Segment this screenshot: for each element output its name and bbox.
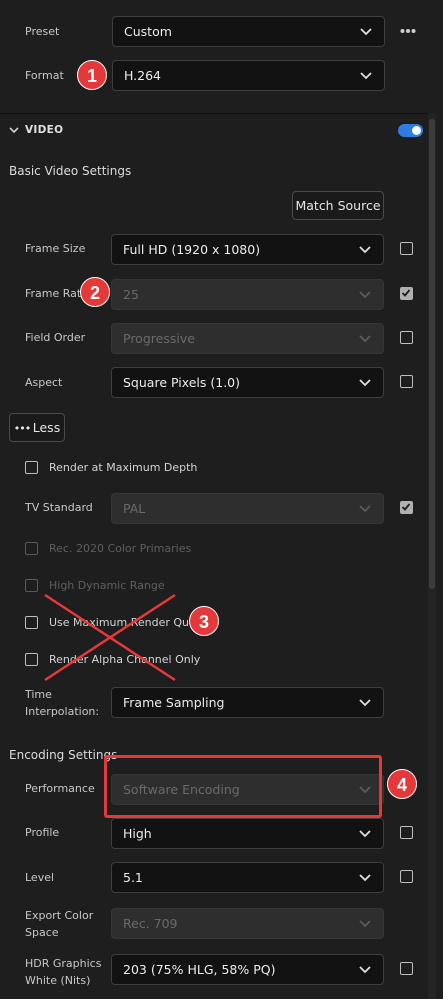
profile-checkbox[interactable] <box>400 826 413 839</box>
level-label: Level <box>25 871 55 884</box>
chevron-down-icon <box>359 335 371 343</box>
tv-standard-label: TV Standard <box>25 501 93 514</box>
ellipsis-icon: ••• <box>13 422 33 435</box>
frame-rate-value: 25 <box>123 287 139 302</box>
time-interp-value: Frame Sampling <box>123 695 225 710</box>
field-order-checkbox[interactable] <box>400 331 413 344</box>
annotation-highlight-box <box>104 755 382 818</box>
preset-label: Preset <box>25 25 60 38</box>
chevron-down-icon <box>359 830 371 838</box>
frame-size-checkbox[interactable] <box>400 242 413 255</box>
field-order-label: Field Order <box>25 331 86 344</box>
rec2020-label: Rec. 2020 Color Primaries <box>49 542 192 555</box>
export-color-dropdown[interactable]: Rec. 709 <box>111 908 384 939</box>
match-source-button[interactable]: Match Source <box>292 191 384 220</box>
frame-size-label: Frame Size <box>25 242 86 255</box>
level-checkbox[interactable] <box>400 870 413 883</box>
time-interp-label-line2: Interpolation: <box>25 705 100 718</box>
annotation-cross-icon <box>44 593 176 682</box>
annotation-badge-3: 3 <box>189 606 219 636</box>
toggle-knob <box>412 126 421 135</box>
video-toggle[interactable] <box>398 124 423 137</box>
chevron-down-icon <box>359 699 371 707</box>
chevron-down-icon <box>359 874 371 882</box>
chevron-down-icon <box>359 291 371 299</box>
tv-standard-value: PAL <box>123 501 146 516</box>
tv-standard-dropdown[interactable]: PAL <box>111 493 384 524</box>
check-icon <box>401 503 411 511</box>
chevron-down-icon <box>359 379 371 387</box>
frame-rate-label: Frame Rate <box>25 287 88 300</box>
frame-rate-dropdown[interactable]: 25 <box>111 279 384 310</box>
chevron-collapse-icon[interactable] <box>9 125 19 135</box>
basic-settings-title: Basic Video Settings <box>9 164 132 178</box>
chevron-down-icon <box>359 505 371 513</box>
frame-rate-checkbox[interactable] <box>400 287 413 300</box>
export-color-value: Rec. 709 <box>123 916 178 931</box>
scrollbar-thumb[interactable] <box>429 119 435 589</box>
video-section-title: VIDEO <box>25 124 64 136</box>
export-color-label-line1: Export Color <box>25 909 94 922</box>
aspect-dropdown[interactable]: Square Pixels (1.0) <box>111 367 384 398</box>
check-icon <box>401 289 411 297</box>
less-label: Less <box>32 420 61 435</box>
frame-size-value: Full HD (1920 x 1080) <box>123 242 261 257</box>
section-divider <box>0 113 428 114</box>
time-interp-label-line1: Time <box>25 688 52 701</box>
format-value: H.264 <box>124 68 162 83</box>
field-order-dropdown[interactable]: Progressive <box>111 323 384 354</box>
hdr-white-checkbox[interactable] <box>400 962 413 975</box>
render-max-depth-label: Render at Maximum Depth <box>49 461 198 474</box>
scrollbar-track[interactable] <box>428 113 436 999</box>
chevron-down-icon <box>359 966 371 974</box>
format-dropdown[interactable]: H.264 <box>112 60 385 91</box>
performance-label: Performance <box>25 782 95 795</box>
chevron-down-icon <box>359 920 371 928</box>
chevron-down-icon <box>360 28 372 36</box>
encoding-settings-title: Encoding Settings <box>9 748 118 762</box>
render-max-depth-checkbox[interactable] <box>25 461 38 474</box>
less-button[interactable]: ••• Less <box>9 413 65 442</box>
chevron-down-icon <box>359 246 371 254</box>
frame-size-dropdown[interactable]: Full HD (1920 x 1080) <box>111 234 384 265</box>
hdr-white-dropdown[interactable]: 203 (75% HLG, 58% PQ) <box>111 954 384 985</box>
level-value: 5.1 <box>123 870 143 885</box>
field-order-value: Progressive <box>123 331 195 346</box>
rec2020-checkbox[interactable] <box>25 542 38 555</box>
format-label: Format <box>25 69 64 82</box>
more-options-icon[interactable] <box>400 27 416 35</box>
annotation-badge-4: 4 <box>387 769 417 799</box>
aspect-value: Square Pixels (1.0) <box>123 375 241 390</box>
time-interp-dropdown[interactable]: Frame Sampling <box>111 687 384 718</box>
hdr-white-label-line1: HDR Graphics <box>25 957 102 970</box>
level-dropdown[interactable]: 5.1 <box>111 862 384 893</box>
annotation-badge-1: 1 <box>77 60 107 90</box>
chevron-down-icon <box>360 72 372 80</box>
profile-label: Profile <box>25 826 60 839</box>
preset-value: Custom <box>124 24 172 39</box>
hdr-white-label-line2: White (Nits) <box>25 974 91 987</box>
preset-dropdown[interactable]: Custom <box>112 16 385 47</box>
annotation-badge-2: 2 <box>80 277 110 307</box>
profile-value: High <box>123 826 152 841</box>
aspect-label: Aspect <box>25 376 63 389</box>
tv-standard-checkbox[interactable] <box>400 501 413 514</box>
aspect-checkbox[interactable] <box>400 375 413 388</box>
export-color-label-line2: Space <box>25 926 59 939</box>
hdr-white-value: 203 (75% HLG, 58% PQ) <box>123 962 276 977</box>
profile-dropdown[interactable]: High <box>111 818 384 849</box>
